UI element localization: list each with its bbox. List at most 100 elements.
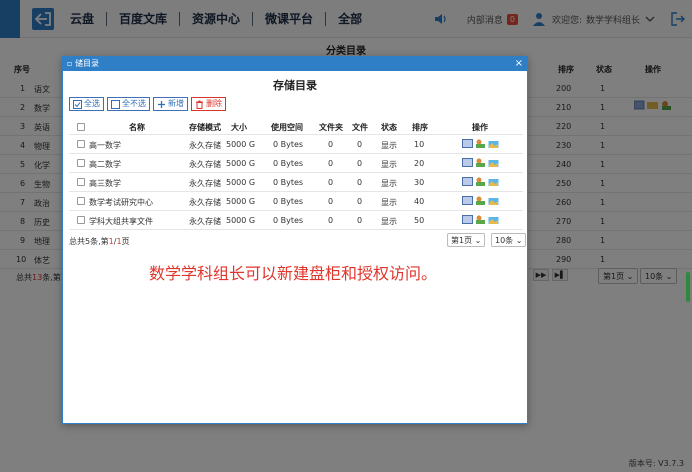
col-sort: 排序	[412, 123, 428, 132]
row-checkbox[interactable]	[77, 216, 85, 224]
row-files: 0	[357, 216, 363, 225]
add-label: 新增	[168, 99, 184, 108]
edit-icon[interactable]	[462, 195, 473, 206]
row-files: 0	[357, 197, 363, 206]
col-name: 名称	[129, 123, 145, 132]
row-size: 5000 G	[226, 216, 256, 225]
row-checkbox[interactable]	[77, 197, 85, 205]
select-all-button[interactable]: 全选	[69, 97, 104, 111]
dialog-size-select[interactable]: 10条 ⌄	[491, 233, 527, 247]
row-folders: 0	[328, 197, 334, 206]
folder-icon[interactable]	[488, 138, 499, 149]
row-actions	[462, 138, 501, 149]
row-size: 5000 G	[226, 140, 256, 149]
col-folders: 文件夹	[319, 123, 343, 132]
row-used: 0 Bytes	[273, 159, 304, 168]
row-actions	[462, 176, 501, 187]
table-row[interactable]: 高二数学 永久存储 5000 G 0 Bytes 0 0 显示 20	[69, 154, 523, 173]
storage-directory-dialog: ▫ 储目录 × 存储目录 全选 全不选 新增 删除 名称 存储模式 大小 使用空…	[62, 56, 528, 424]
permission-icon[interactable]	[475, 176, 486, 187]
row-status: 显示	[381, 217, 397, 226]
row-size: 5000 G	[226, 159, 256, 168]
dialog-footer-summary: 总共5条,第1/1页	[69, 237, 130, 246]
row-sort: 50	[414, 216, 425, 225]
row-actions	[462, 214, 501, 225]
col-files: 文件	[352, 123, 368, 132]
row-checkbox[interactable]	[77, 159, 85, 167]
dialog-header-title: 储目录	[74, 59, 99, 68]
row-files: 0	[357, 140, 363, 149]
row-size: 5000 G	[226, 178, 256, 187]
row-status: 显示	[381, 160, 397, 169]
col-used: 使用空间	[271, 123, 303, 132]
row-name: 高一数学	[89, 141, 121, 150]
select-all-icon	[73, 99, 82, 109]
row-mode: 永久存储	[189, 160, 221, 169]
select-none-label: 全不选	[122, 99, 146, 108]
permission-icon[interactable]	[475, 157, 486, 168]
folder-icon[interactable]	[488, 176, 499, 187]
dialog-page-select[interactable]: 第1页 ⌄	[447, 233, 486, 247]
row-status: 显示	[381, 141, 397, 150]
row-status: 显示	[381, 179, 397, 188]
row-files: 0	[357, 159, 363, 168]
row-mode: 永久存储	[189, 141, 221, 150]
annotation-caption: 数学学科组长可以新建盘柜和授权访问。	[149, 264, 438, 283]
row-folders: 0	[328, 159, 334, 168]
row-sort: 10	[414, 140, 425, 149]
permission-icon[interactable]	[475, 214, 486, 225]
row-size: 5000 G	[226, 197, 256, 206]
folder-icon[interactable]	[488, 214, 499, 225]
row-folders: 0	[328, 140, 334, 149]
row-name: 数学考试研究中心	[89, 198, 153, 207]
row-used: 0 Bytes	[273, 216, 304, 225]
permission-icon[interactable]	[475, 195, 486, 206]
row-mode: 永久存储	[189, 217, 221, 226]
table-row[interactable]: 高一数学 永久存储 5000 G 0 Bytes 0 0 显示 10	[69, 135, 523, 154]
table-row[interactable]: 数学考试研究中心 永久存储 5000 G 0 Bytes 0 0 显示 40	[69, 192, 523, 211]
dialog-title: 存储目录	[273, 79, 317, 92]
row-actions	[462, 157, 501, 168]
edit-icon[interactable]	[462, 176, 473, 187]
row-actions	[462, 195, 501, 206]
dialog-toolbar: 全选 全不选 新增 删除	[69, 97, 229, 111]
permission-icon[interactable]	[475, 138, 486, 149]
delete-label: 删除	[206, 99, 222, 108]
add-button[interactable]: 新增	[153, 97, 188, 111]
col-ops: 操作	[472, 123, 488, 132]
table-row[interactable]: 学科大组共享文件 永久存储 5000 G 0 Bytes 0 0 显示 50	[69, 211, 523, 230]
storage-table: 名称 存储模式 大小 使用空间 文件夹 文件 状态 排序 操作 高一数学 永久存…	[69, 119, 523, 230]
row-sort: 20	[414, 159, 425, 168]
delete-button[interactable]: 删除	[191, 97, 226, 111]
col-mode: 存储模式	[189, 123, 221, 132]
row-checkbox[interactable]	[77, 140, 85, 148]
table-row[interactable]: 高三数学 永久存储 5000 G 0 Bytes 0 0 显示 30	[69, 173, 523, 192]
folder-icon[interactable]	[488, 195, 499, 206]
row-name: 学科大组共享文件	[89, 217, 153, 226]
row-used: 0 Bytes	[273, 140, 304, 149]
scroll-indicator[interactable]	[686, 272, 690, 302]
row-mode: 永久存储	[189, 198, 221, 207]
row-used: 0 Bytes	[273, 178, 304, 187]
trash-icon	[196, 100, 203, 109]
select-all-label: 全选	[84, 99, 100, 108]
folder-icon[interactable]	[488, 157, 499, 168]
col-status: 状态	[381, 123, 397, 132]
row-name: 高二数学	[89, 160, 121, 169]
select-none-icon	[111, 99, 120, 109]
row-checkbox[interactable]	[77, 178, 85, 186]
row-used: 0 Bytes	[273, 197, 304, 206]
edit-icon[interactable]	[462, 157, 473, 168]
header-checkbox[interactable]	[77, 123, 85, 131]
col-size: 大小	[231, 123, 247, 132]
plus-icon	[158, 100, 165, 108]
dialog-header: ▫ 储目录 ×	[63, 57, 527, 71]
row-sort: 30	[414, 178, 425, 187]
storage-table-header: 名称 存储模式 大小 使用空间 文件夹 文件 状态 排序 操作	[69, 119, 523, 135]
dialog-header-icon: ▫	[67, 59, 73, 68]
close-icon[interactable]: ×	[515, 57, 523, 71]
edit-icon[interactable]	[462, 214, 473, 225]
select-none-button[interactable]: 全不选	[107, 97, 150, 111]
row-status: 显示	[381, 198, 397, 207]
edit-icon[interactable]	[462, 138, 473, 149]
